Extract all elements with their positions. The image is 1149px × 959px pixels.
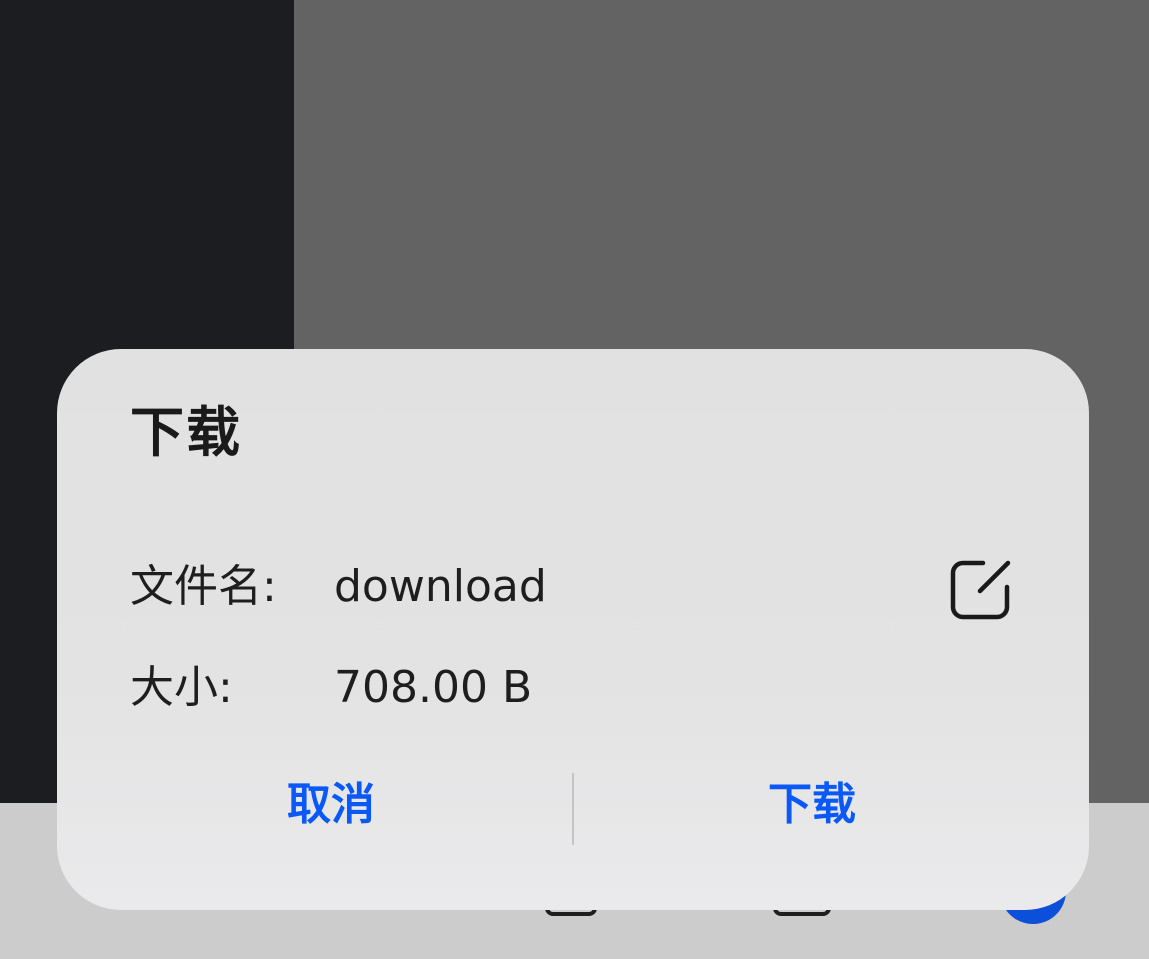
- edit-icon[interactable]: [947, 555, 1015, 623]
- button-divider: [572, 773, 574, 845]
- dialog-title: 下载: [130, 401, 242, 464]
- size-label: 大小:: [130, 662, 233, 713]
- cancel-button[interactable]: 取消: [181, 773, 481, 837]
- screen: 下载 文件名: download 大小: 708.00 B 取消 下载: [0, 0, 1149, 959]
- filename-value: download: [334, 561, 547, 612]
- filename-label: 文件名:: [130, 561, 277, 612]
- size-value: 708.00 B: [334, 662, 533, 713]
- download-dialog: 下载 文件名: download 大小: 708.00 B 取消 下载: [57, 349, 1089, 910]
- download-button[interactable]: 下载: [662, 773, 962, 837]
